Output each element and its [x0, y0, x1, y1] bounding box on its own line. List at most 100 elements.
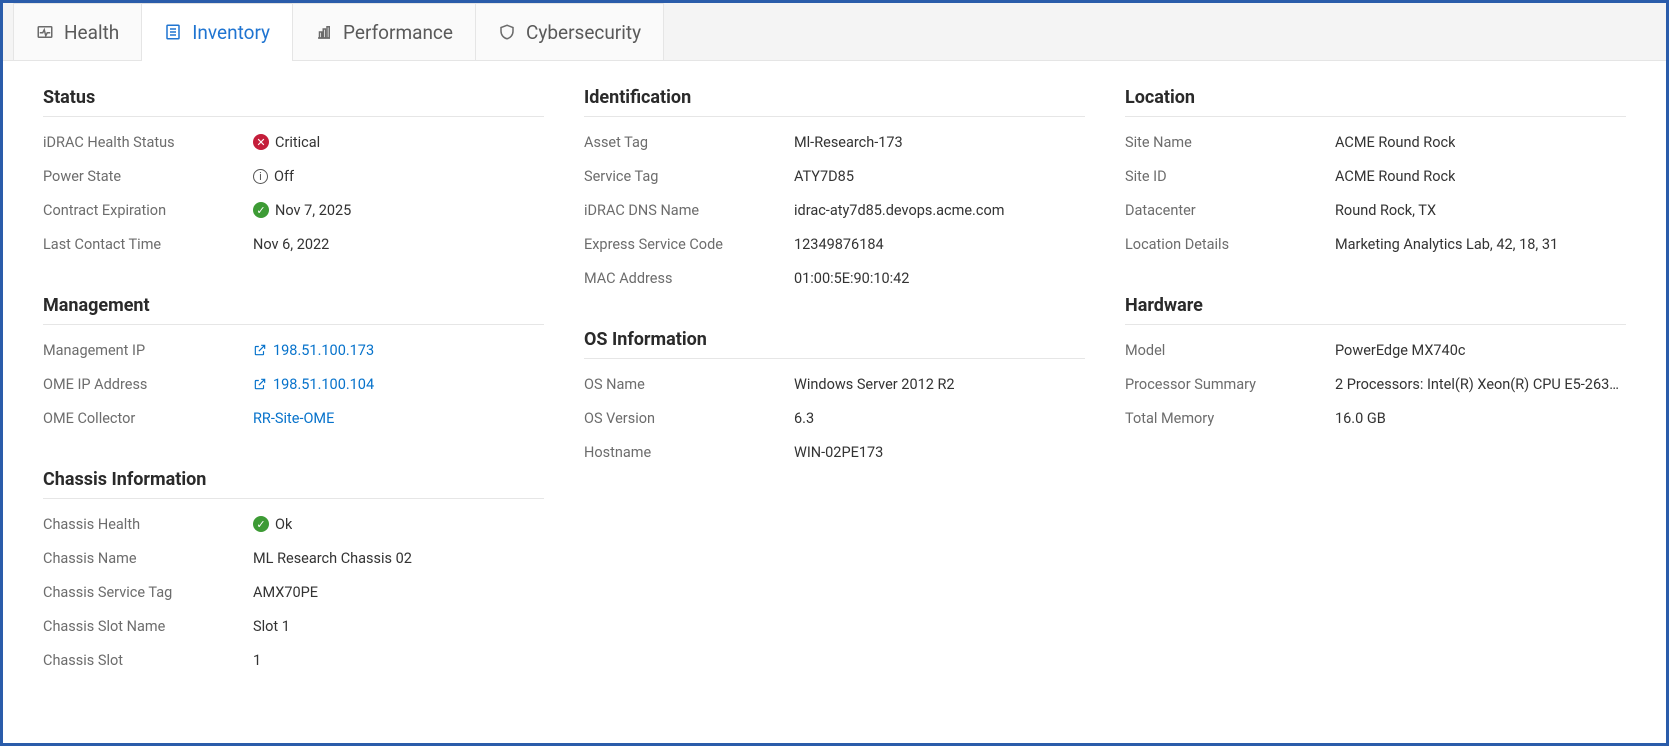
ok-icon: ✓ [253, 202, 269, 218]
row-chassis-slot-name: Chassis Slot Name Slot 1 [43, 609, 544, 643]
section-status: Status iDRAC Health Status ✕ Critical Po… [43, 87, 544, 261]
ome-ip-link[interactable]: 198.51.100.104 [253, 376, 374, 393]
idrac-health-text: Critical [275, 134, 320, 151]
tab-cybersecurity-label: Cybersecurity [526, 21, 641, 44]
info-icon: i [253, 169, 268, 184]
site-name-value: ACME Round Rock [1335, 134, 1455, 151]
datacenter-value: Round Rock, TX [1335, 202, 1436, 219]
chassis-slot-value: 1 [253, 652, 261, 669]
os-name-value: Windows Server 2012 R2 [794, 376, 955, 393]
app-frame: Health Inventory [0, 0, 1669, 746]
list-icon [164, 23, 182, 41]
ome-collector-text: RR-Site-OME [253, 410, 334, 427]
section-chassis-title: Chassis Information [43, 469, 544, 499]
idrac-health-value: ✕ Critical [253, 134, 320, 151]
hostname-label: Hostname [584, 444, 794, 461]
asset-tag-value: Ml-Research-173 [794, 134, 903, 151]
tab-performance[interactable]: Performance [292, 3, 476, 60]
site-id-label: Site ID [1125, 168, 1335, 185]
row-total-memory: Total Memory 16.0 GB [1125, 401, 1626, 435]
row-chassis-service-tag: Chassis Service Tag AMX70PE [43, 575, 544, 609]
ome-ip-label: OME IP Address [43, 376, 253, 393]
content-grid: Status iDRAC Health Status ✕ Critical Po… [3, 61, 1666, 703]
section-chassis: Chassis Information Chassis Health ✓ Ok … [43, 469, 544, 677]
management-ip-text: 198.51.100.173 [273, 342, 374, 359]
power-state-label: Power State [43, 168, 253, 185]
chassis-name-label: Chassis Name [43, 550, 253, 567]
tab-cybersecurity[interactable]: Cybersecurity [475, 3, 664, 60]
tab-health[interactable]: Health [13, 3, 142, 60]
section-os-title: OS Information [584, 329, 1085, 359]
section-management-title: Management [43, 295, 544, 325]
section-location: Location Site Name ACME Round Rock Site … [1125, 87, 1626, 261]
contract-expiration-label: Contract Expiration [43, 202, 253, 219]
idrac-dns-label: iDRAC DNS Name [584, 202, 794, 219]
mac-address-value: 01:00:5E:90:10:42 [794, 270, 909, 287]
site-name-label: Site Name [1125, 134, 1335, 151]
location-details-value: Marketing Analytics Lab, 42, 18, 31 [1335, 236, 1558, 253]
total-memory-label: Total Memory [1125, 410, 1335, 427]
service-tag-label: Service Tag [584, 168, 794, 185]
external-link-icon [253, 343, 267, 357]
asset-tag-label: Asset Tag [584, 134, 794, 151]
management-ip-link[interactable]: 198.51.100.173 [253, 342, 374, 359]
row-mac-address: MAC Address 01:00:5E:90:10:42 [584, 261, 1085, 295]
model-value: PowerEdge MX740c [1335, 342, 1465, 359]
row-ome-collector: OME Collector RR-Site-OME [43, 401, 544, 435]
processor-summary-value: 2 Processors: Intel(R) Xeon(R) CPU E5-26… [1335, 376, 1619, 393]
chassis-slot-name-value: Slot 1 [253, 618, 290, 635]
chassis-slot-label: Chassis Slot [43, 652, 253, 669]
location-details-label: Location Details [1125, 236, 1335, 253]
external-link-icon [253, 377, 267, 391]
last-contact-label: Last Contact Time [43, 236, 253, 253]
tab-inventory[interactable]: Inventory [141, 3, 293, 60]
row-chassis-health: Chassis Health ✓ Ok [43, 507, 544, 541]
chassis-name-value: ML Research Chassis 02 [253, 550, 412, 567]
bar-chart-icon [315, 23, 333, 41]
chassis-health-label: Chassis Health [43, 516, 253, 533]
row-site-id: Site ID ACME Round Rock [1125, 159, 1626, 193]
section-identification-title: Identification [584, 87, 1085, 117]
section-location-title: Location [1125, 87, 1626, 117]
row-idrac-dns: iDRAC DNS Name idrac-aty7d85.devops.acme… [584, 193, 1085, 227]
total-memory-value: 16.0 GB [1335, 410, 1386, 427]
datacenter-label: Datacenter [1125, 202, 1335, 219]
row-asset-tag: Asset Tag Ml-Research-173 [584, 125, 1085, 159]
row-hostname: Hostname WIN-02PE173 [584, 435, 1085, 469]
mac-address-label: MAC Address [584, 270, 794, 287]
last-contact-value: Nov 6, 2022 [253, 236, 329, 253]
ome-collector-link[interactable]: RR-Site-OME [253, 410, 334, 427]
processor-summary-label: Processor Summary [1125, 376, 1335, 393]
row-power-state: Power State i Off [43, 159, 544, 193]
row-last-contact: Last Contact Time Nov 6, 2022 [43, 227, 544, 261]
idrac-health-label: iDRAC Health Status [43, 134, 253, 151]
row-management-ip: Management IP 198.51.100.173 [43, 333, 544, 367]
section-hardware-title: Hardware [1125, 295, 1626, 325]
management-ip-label: Management IP [43, 342, 253, 359]
os-version-value: 6.3 [794, 410, 814, 427]
chassis-service-tag-value: AMX70PE [253, 584, 318, 601]
express-service-code-value: 12349876184 [794, 236, 884, 253]
heartbeat-icon [36, 23, 54, 41]
tab-bar: Health Inventory [3, 3, 1666, 61]
row-os-version: OS Version 6.3 [584, 401, 1085, 435]
row-os-name: OS Name Windows Server 2012 R2 [584, 367, 1085, 401]
ome-ip-text: 198.51.100.104 [273, 376, 374, 393]
contract-expiration-value: ✓ Nov 7, 2025 [253, 202, 351, 219]
power-state-text: Off [274, 168, 294, 185]
chassis-health-value: ✓ Ok [253, 516, 292, 533]
shield-icon [498, 23, 516, 41]
section-status-title: Status [43, 87, 544, 117]
section-identification: Identification Asset Tag Ml-Research-173… [584, 87, 1085, 295]
critical-icon: ✕ [253, 134, 269, 150]
tab-performance-label: Performance [343, 21, 453, 44]
section-management: Management Management IP 198.51.100.173 … [43, 295, 544, 435]
hostname-value: WIN-02PE173 [794, 444, 883, 461]
os-version-label: OS Version [584, 410, 794, 427]
row-contract-expiration: Contract Expiration ✓ Nov 7, 2025 [43, 193, 544, 227]
contract-expiration-text: Nov 7, 2025 [275, 202, 351, 219]
row-model: Model PowerEdge MX740c [1125, 333, 1626, 367]
section-hardware: Hardware Model PowerEdge MX740c Processo… [1125, 295, 1626, 435]
site-id-value: ACME Round Rock [1335, 168, 1455, 185]
tab-inventory-label: Inventory [192, 21, 270, 44]
